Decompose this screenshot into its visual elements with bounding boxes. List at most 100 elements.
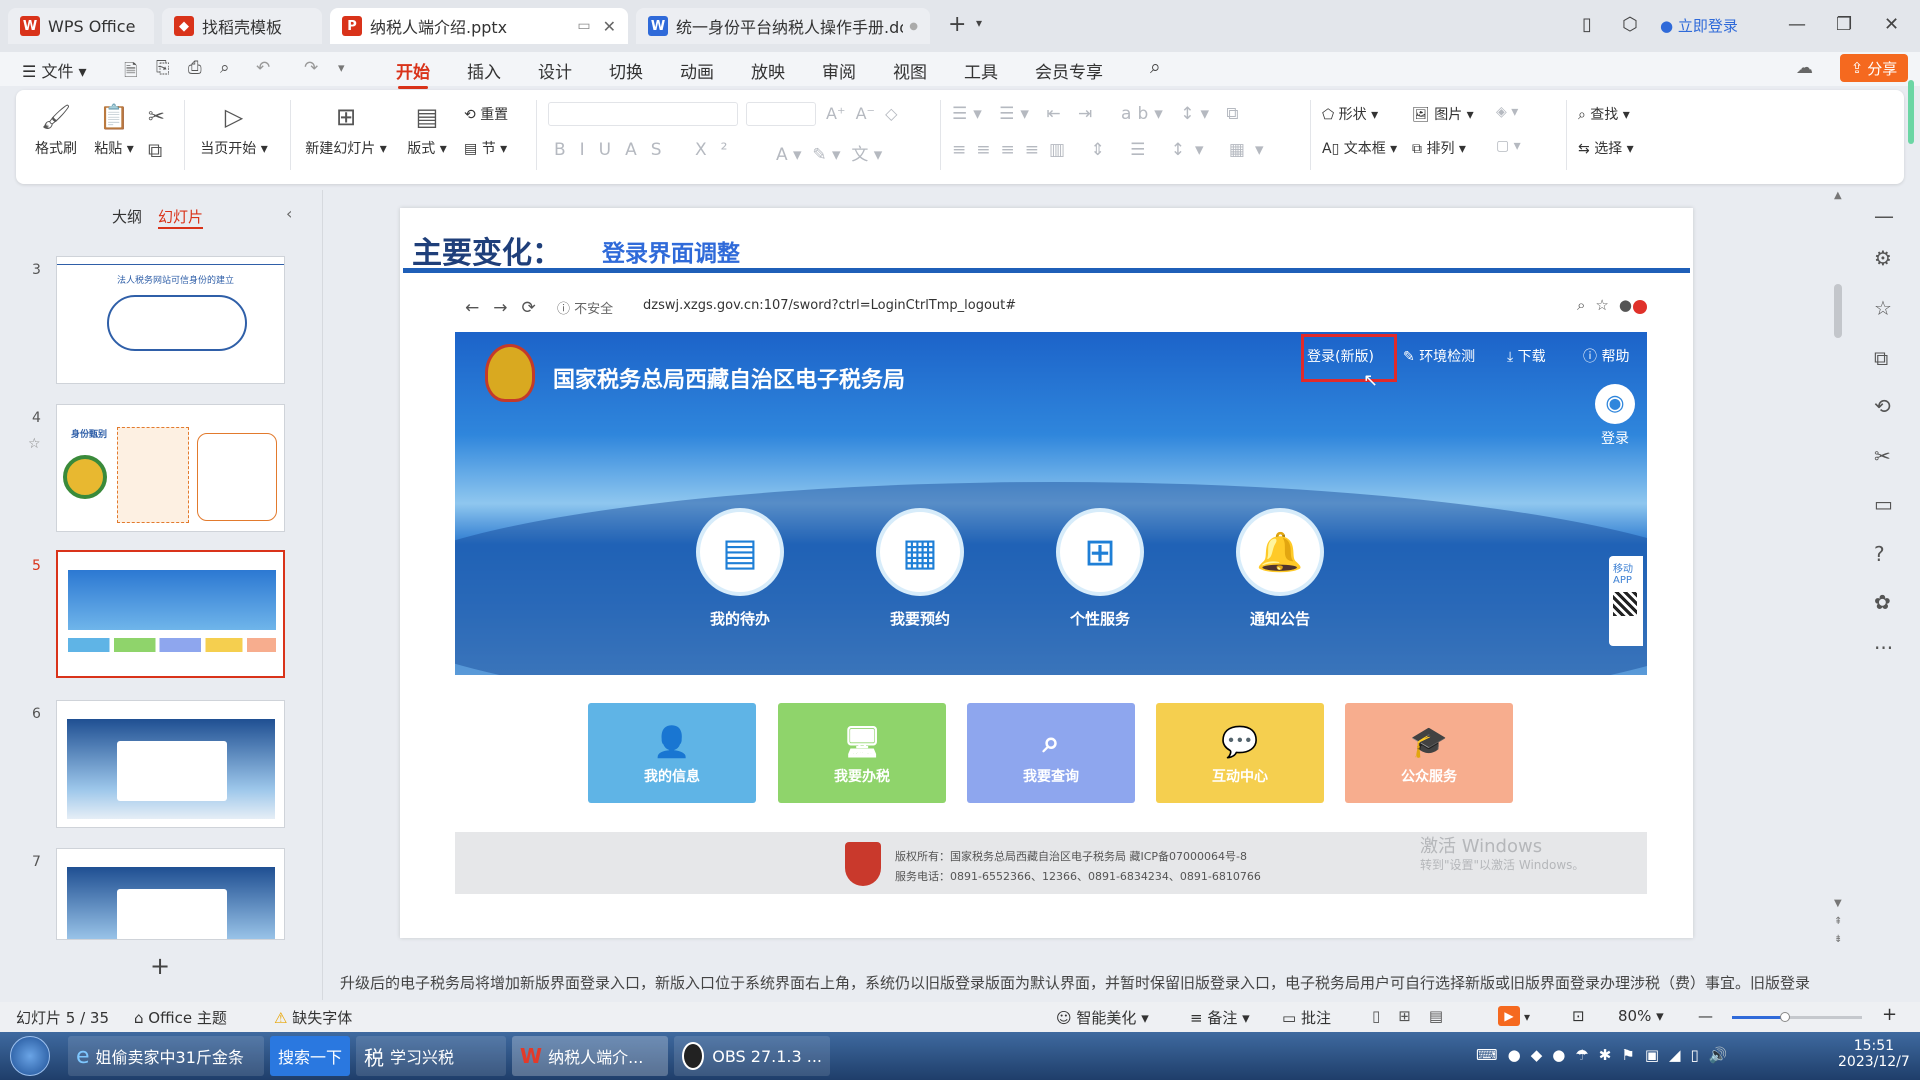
textbox-button[interactable]: A▯ 文本框 ▾	[1322, 138, 1397, 158]
zoom-in-button[interactable]: +	[1882, 1004, 1897, 1025]
align-icons[interactable]: ≡≡≡≡▥ ⇕ ☰ ↕▾ ▦▾	[952, 140, 1274, 160]
font-color-icon[interactable]: A ▾ ✎ ▾ 文 ▾	[776, 140, 882, 165]
select-button[interactable]: ⇆ 选择 ▾	[1578, 138, 1634, 158]
login-new-link[interactable]: 登录(新版)	[1307, 346, 1374, 366]
mobile-app-tag[interactable]: 移动APP	[1609, 556, 1643, 646]
theme-button[interactable]: ⌂ Office 主题	[134, 1007, 227, 1028]
taskbar-ie[interactable]: e 姐偷卖家中31斤金条	[68, 1036, 264, 1076]
gear-icon[interactable]: ✿	[1874, 590, 1891, 614]
login-label[interactable]: 登录	[1601, 428, 1629, 448]
add-slide-button[interactable]: +	[150, 952, 170, 980]
reset-button[interactable]: ⟲ 重置	[464, 104, 508, 124]
todo-label[interactable]: 我的待办	[670, 608, 810, 629]
missing-font-button[interactable]: ⚠ 缺失字体	[274, 1007, 352, 1028]
zoom-slider[interactable]	[1732, 1012, 1862, 1022]
layout-icon[interactable]: ▯	[1582, 14, 1592, 35]
minimize-button[interactable]: —	[1788, 14, 1806, 35]
download-link[interactable]: ⤓ 下载	[1507, 346, 1546, 366]
settings-sliders-icon[interactable]: ⚙	[1874, 246, 1892, 270]
bell-icon[interactable]: 🔔	[1236, 508, 1324, 596]
new-tab-button[interactable]: +	[948, 12, 966, 37]
user-avatar-icon[interactable]: ◉	[1595, 384, 1635, 424]
grid-icon[interactable]: ⊞	[1056, 508, 1144, 596]
list-icons[interactable]: ☰▾ ☰▾ ⇤ ⇥ ab▾ ↕▾ ⧉	[952, 104, 1245, 124]
copy-icon[interactable]: ⧉	[148, 138, 162, 162]
smart-beautify-button[interactable]: ☺ 智能美化 ▾	[1056, 1007, 1149, 1028]
appointment-label[interactable]: 我要预约	[850, 608, 990, 629]
taskbar-wps[interactable]: W 纳税人端介...	[512, 1036, 668, 1076]
from-current-button[interactable]: ▷ 当页开始 ▾	[196, 102, 272, 158]
new-slide-button[interactable]: ⊞ 新建幻灯片 ▾	[302, 102, 390, 158]
tab-outline[interactable]: 大纲	[112, 206, 142, 227]
cut-icon[interactable]: ✂	[148, 104, 165, 128]
tab-doc[interactable]: W 统一身份平台纳税人操作手册.doc ●	[636, 8, 930, 44]
tile-public-service[interactable]: 🎓 公众服务	[1345, 703, 1513, 803]
menu-insert[interactable]: 插入	[467, 58, 501, 83]
tile-my-info[interactable]: 👤 我的信息	[588, 703, 756, 803]
print-preview-icon[interactable]: ⌕	[220, 58, 230, 78]
font-style-icons[interactable]: BIUAS X²	[554, 140, 741, 160]
quick-access-dropdown-icon[interactable]: ▾	[338, 61, 345, 76]
menu-review[interactable]: 审阅	[822, 58, 856, 83]
tab-wps-office[interactable]: W WPS Office	[8, 8, 154, 44]
outline-icon[interactable]: ▢ ▾	[1496, 138, 1521, 154]
print-icon[interactable]: ⎙	[188, 58, 202, 78]
system-tray-icons[interactable]: ⌨●◆●☂✱⚑▣◢▯🔊	[1476, 1046, 1737, 1064]
cloud-icon[interactable]: ☁	[1796, 58, 1813, 78]
cube-icon[interactable]: ⬡	[1622, 14, 1638, 35]
paste-button[interactable]: 📋 粘贴 ▾	[92, 102, 136, 158]
font-name-select[interactable]	[548, 102, 738, 126]
picture-button[interactable]: 🖼 图片 ▾	[1412, 104, 1474, 124]
slide-thumbnail-7[interactable]	[56, 848, 285, 940]
extension-icon[interactable]	[1633, 300, 1647, 314]
taskbar-study[interactable]: 税学习兴税	[356, 1036, 506, 1076]
view-mode-icons[interactable]: ▯⊞▤	[1372, 1007, 1461, 1025]
copy-format-icon[interactable]: ⧉	[1874, 346, 1888, 370]
play-slideshow-button[interactable]: ▶	[1498, 1006, 1520, 1026]
menu-transition[interactable]: 切换	[609, 58, 643, 83]
todo-icon[interactable]: ▤	[696, 508, 784, 596]
share-button[interactable]: ⇪ 分享	[1840, 54, 1908, 82]
menu-tools[interactable]: 工具	[964, 58, 998, 83]
clock[interactable]: 15:51 2023/12/7	[1838, 1038, 1910, 1070]
tile-query[interactable]: ⌕ 我要查询	[967, 703, 1135, 803]
zoom-out-button[interactable]: —	[1698, 1007, 1713, 1025]
start-button[interactable]	[10, 1036, 50, 1076]
url-text[interactable]: dzswj.xzgs.gov.cn:107/sword?ctrl=LoginCt…	[643, 298, 1016, 313]
zoom-slider-handle[interactable]	[1780, 1012, 1790, 1022]
help-icon[interactable]: ?	[1874, 542, 1885, 566]
star-icon[interactable]: ☆	[28, 436, 41, 452]
fill-icon[interactable]: ◈ ▾	[1496, 104, 1518, 120]
search-button[interactable]: 搜索一下	[270, 1036, 350, 1076]
comment-button[interactable]: ▭ 批注	[1282, 1007, 1331, 1028]
ai-icon[interactable]: ⟲	[1874, 394, 1891, 418]
scroll-down-icon[interactable]: ▼	[1834, 898, 1842, 909]
tools-icon[interactable]: ✂	[1874, 444, 1891, 468]
canvas-scrollbar[interactable]: ▲ ▼ ⇞ ⇟	[1832, 190, 1844, 960]
menu-vip[interactable]: 会员专享	[1035, 58, 1103, 83]
font-grow-icon[interactable]: A⁺ A⁻ ◇	[826, 104, 897, 123]
restore-button[interactable]: ❐	[1836, 14, 1852, 35]
scroll-thumb[interactable]	[1834, 284, 1842, 338]
font-size-select[interactable]	[746, 102, 816, 126]
shape-button[interactable]: ⬠ 形状 ▾	[1322, 104, 1378, 124]
chevron-down-icon[interactable]: ▾	[1524, 1010, 1530, 1024]
notes-button[interactable]: ≡ 备注 ▾	[1190, 1007, 1250, 1028]
more-icon[interactable]: ···	[1874, 636, 1893, 660]
scroll-up-icon[interactable]: ▲	[1834, 190, 1842, 201]
tile-tax-service[interactable]: 🖥 我要办税	[778, 703, 946, 803]
close-window-button[interactable]: ✕	[1884, 14, 1899, 35]
menu-start[interactable]: 开始	[396, 58, 430, 89]
book-icon[interactable]: ▭	[1874, 492, 1893, 516]
slide-thumbnail-5[interactable]	[56, 550, 285, 678]
close-tab-icon[interactable]: ✕	[603, 17, 616, 36]
help-link[interactable]: ⓘ 帮助	[1583, 346, 1629, 366]
format-painter-button[interactable]: 🖌 格式刷	[34, 102, 78, 158]
section-button[interactable]: ▤ 节 ▾	[464, 138, 507, 158]
slide-thumbnail-4[interactable]: 身份甄别	[56, 404, 285, 532]
slide-thumbnail-3[interactable]: 法人税务网站可信身份的建立	[56, 256, 285, 384]
collapse-panel-icon[interactable]: ‹	[286, 204, 292, 223]
prev-slide-icon[interactable]: ⇞	[1834, 916, 1842, 927]
appointment-icon[interactable]: ▦	[876, 508, 964, 596]
undo-icon[interactable]: ↶	[256, 58, 270, 78]
